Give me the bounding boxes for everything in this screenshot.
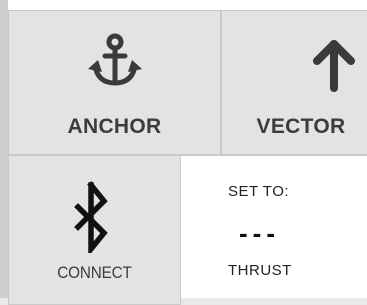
vector-button[interactable]: VECTOR bbox=[221, 10, 367, 155]
bluetooth-icon bbox=[74, 181, 108, 253]
anchor-button[interactable]: ANCHOR bbox=[8, 10, 221, 155]
thrust-status-panel: SET TO: --- THRUST bbox=[181, 155, 367, 298]
set-to-label: SET TO: bbox=[228, 183, 290, 200]
set-to-value: --- bbox=[239, 218, 280, 248]
connect-label: CONNECT bbox=[57, 263, 132, 282]
left-edge bbox=[0, 0, 8, 298]
thrust-label: THRUST bbox=[228, 262, 292, 279]
vector-label: VECTOR bbox=[256, 115, 346, 138]
anchor-icon bbox=[88, 33, 142, 86]
connect-button[interactable]: CONNECT bbox=[8, 155, 181, 305]
anchor-label: ANCHOR bbox=[67, 115, 162, 138]
arrow-up-icon bbox=[313, 40, 355, 92]
